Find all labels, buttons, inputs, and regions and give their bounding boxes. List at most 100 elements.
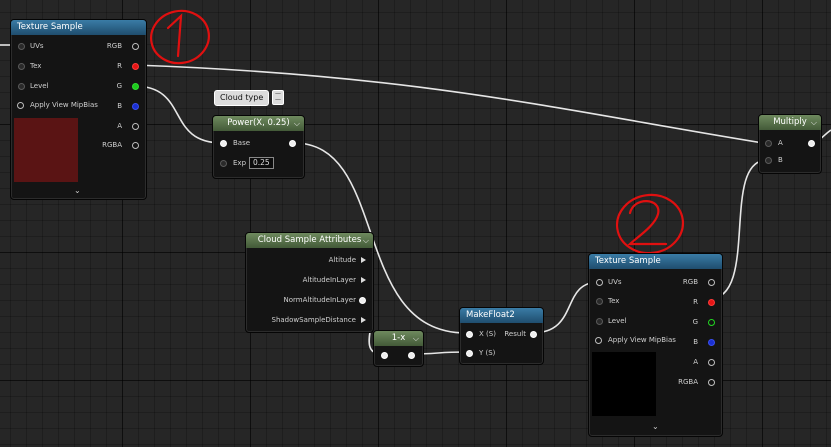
annotation-circle-1 xyxy=(150,9,210,65)
altitude-output-label: Altitude xyxy=(328,256,356,264)
power-title-text: Power(X, 0.25) xyxy=(227,118,290,128)
uvs-input-pin[interactable] xyxy=(596,279,603,286)
g-output-pin[interactable] xyxy=(132,83,139,90)
multiply-node[interactable]: Multiply ⌵ A B xyxy=(758,114,822,174)
rgb-output-label: RGB xyxy=(682,278,698,286)
r-output-label: R xyxy=(117,62,122,70)
level-input-pin[interactable] xyxy=(596,318,603,325)
power-output-pin[interactable] xyxy=(289,140,296,147)
makefloat2-node[interactable]: MakeFloat2 X (S) Y (S) Result xyxy=(459,307,544,365)
b-output-pin[interactable] xyxy=(132,103,139,110)
g-output-label: G xyxy=(116,82,122,90)
altitudeinlayer-output-pin[interactable] xyxy=(361,277,366,283)
level-input-pin[interactable] xyxy=(18,83,25,90)
texture-sample-2-title: Texture Sample xyxy=(589,254,722,269)
g-output-label: G xyxy=(692,318,698,326)
shadowsampledistance-output-label: ShadowSampleDistance xyxy=(271,316,356,324)
comment-toggle-icon[interactable]: — — xyxy=(272,90,284,105)
r-output-pin[interactable] xyxy=(132,63,139,70)
rgba-output-pin[interactable] xyxy=(708,379,715,386)
texture-sample-1-title: Texture Sample xyxy=(11,20,146,35)
one-minus-input-pin[interactable] xyxy=(381,352,388,359)
annotation-digit-1 xyxy=(166,13,183,58)
exp-input-label: Exp xyxy=(233,159,247,167)
tex-input-label: Tex xyxy=(30,62,42,70)
shadowsampledistance-output-pin[interactable] xyxy=(361,317,366,323)
r-output-pin[interactable] xyxy=(708,299,715,306)
b-output-label: B xyxy=(117,102,122,110)
normaltitudeinlayer-output-pin[interactable] xyxy=(359,297,366,304)
mipbias-input-label: Apply View MipBias xyxy=(30,101,98,109)
x-input-label: X (S) xyxy=(479,330,496,338)
chevron-down-icon[interactable]: ⌵ xyxy=(363,233,369,248)
uvs-input-label: UVs xyxy=(608,278,622,286)
result-output-pin[interactable] xyxy=(530,331,537,338)
cloud-sample-title: Cloud Sample Attributes ⌵ xyxy=(246,233,373,248)
a-output-pin[interactable] xyxy=(708,359,715,366)
chevron-down-icon[interactable]: ⌵ xyxy=(811,115,817,130)
a-output-pin[interactable] xyxy=(132,123,139,130)
power-title: Power(X, 0.25) ⌵ xyxy=(213,116,304,131)
exp-value-field[interactable]: 0.25 xyxy=(249,157,274,169)
base-input-label: Base xyxy=(233,139,251,147)
texture-preview-1 xyxy=(14,118,78,182)
x-input-pin[interactable] xyxy=(466,331,473,338)
chevron-down-icon[interactable]: ⌄ xyxy=(652,422,659,431)
cloud-sample-title-text: Cloud Sample Attributes xyxy=(257,235,362,245)
annotation-digit-2 xyxy=(627,200,668,246)
altitudeinlayer-output-label: AltitudeInLayer xyxy=(302,276,356,284)
multiply-title-text: Multiply xyxy=(773,117,807,127)
b-output-pin[interactable] xyxy=(708,339,715,346)
exp-input-pin[interactable] xyxy=(220,160,227,167)
one-minus-node[interactable]: 1-x ⌵ xyxy=(373,330,424,367)
a-input-label: A xyxy=(778,139,783,147)
b-output-label: B xyxy=(693,338,698,346)
one-minus-output-pin[interactable] xyxy=(408,352,415,359)
rgba-output-pin[interactable] xyxy=(132,142,139,149)
rgba-output-label: RGBA xyxy=(678,378,698,386)
multiply-output-pin[interactable] xyxy=(808,140,815,147)
a-output-label: A xyxy=(693,358,698,366)
one-minus-title: 1-x ⌵ xyxy=(374,331,423,346)
annotation-circle-2 xyxy=(615,193,685,255)
one-minus-title-text: 1-x xyxy=(391,333,406,343)
comment-bubble[interactable]: Cloud type xyxy=(214,90,270,106)
result-output-label: Result xyxy=(504,330,526,338)
texture-preview-2 xyxy=(592,352,656,416)
texture-sample-node-2[interactable]: Texture Sample UVs Tex Level Apply View … xyxy=(588,253,723,437)
altitude-output-pin[interactable] xyxy=(361,257,366,263)
chevron-down-icon[interactable]: ⌵ xyxy=(294,116,300,131)
cloud-sample-attributes-node[interactable]: Cloud Sample Attributes ⌵ Altitude Altitu… xyxy=(245,232,374,333)
chevron-down-icon[interactable]: ⌄ xyxy=(74,186,81,195)
rgb-output-label: RGB xyxy=(106,42,122,50)
level-input-label: Level xyxy=(608,317,627,325)
uvs-input-pin[interactable] xyxy=(18,43,25,50)
texture-sample-node-1[interactable]: Texture Sample UVs Tex Level Apply View … xyxy=(10,19,147,200)
normaltitudeinlayer-output-label: NormAltitudeInLayer xyxy=(283,296,356,304)
y-input-label: Y (S) xyxy=(479,349,496,357)
uvs-input-label: UVs xyxy=(30,42,44,50)
mipbias-input-pin[interactable] xyxy=(595,337,602,344)
r-output-label: R xyxy=(693,298,698,306)
a-output-label: A xyxy=(117,122,122,130)
rgb-output-pin[interactable] xyxy=(132,43,139,50)
b-input-pin[interactable] xyxy=(765,157,772,164)
a-input-pin[interactable] xyxy=(765,140,772,147)
rgba-output-label: RGBA xyxy=(102,141,122,149)
mipbias-input-pin[interactable] xyxy=(17,102,24,109)
y-input-pin[interactable] xyxy=(466,350,473,357)
base-input-pin[interactable] xyxy=(220,140,227,147)
rgb-output-pin[interactable] xyxy=(708,279,715,286)
mipbias-input-label: Apply View MipBias xyxy=(608,336,676,344)
level-input-label: Level xyxy=(30,82,49,90)
tex-input-pin[interactable] xyxy=(596,298,603,305)
multiply-title: Multiply ⌵ xyxy=(759,115,821,130)
chevron-down-icon[interactable]: ⌵ xyxy=(413,331,419,346)
b-input-label: B xyxy=(778,156,783,164)
g-output-pin[interactable] xyxy=(708,319,715,326)
tex-input-label: Tex xyxy=(608,297,620,305)
power-node[interactable]: Power(X, 0.25) ⌵ Base Exp 0.25 xyxy=(212,115,305,179)
tex-input-pin[interactable] xyxy=(18,63,25,70)
makefloat2-title: MakeFloat2 xyxy=(460,308,543,323)
wire-g-to-power-base xyxy=(133,85,223,144)
